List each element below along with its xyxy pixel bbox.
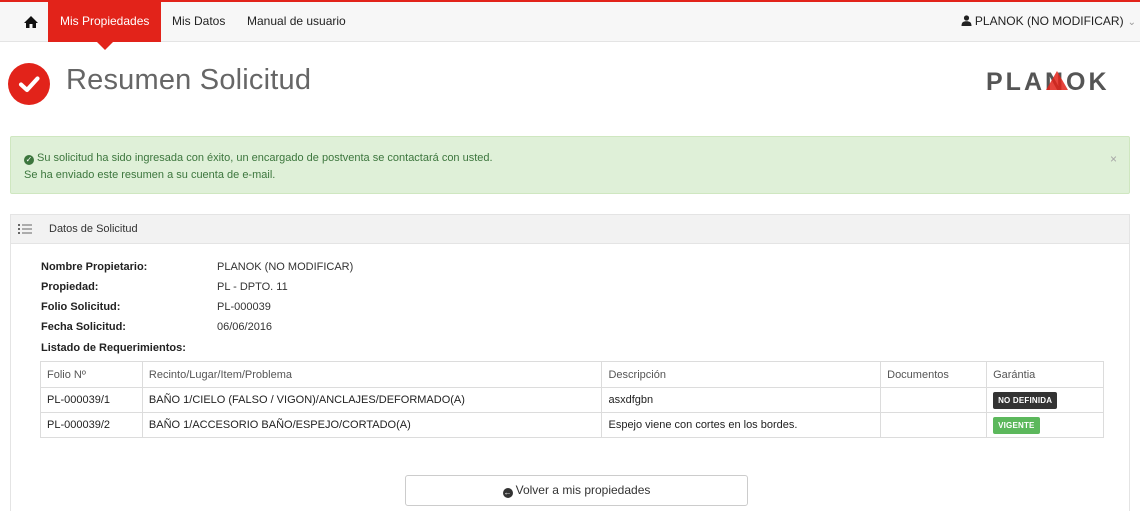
field-label: Listado de Requerimientos:	[41, 342, 186, 354]
col-documentos: Documentos	[880, 361, 988, 388]
requirements-table: Folio Nº Recinto/Lugar/Item/Problema Des…	[40, 361, 1104, 438]
ok-circle-icon: ✓	[24, 155, 34, 165]
panel-header: Datos de Solicitud	[11, 214, 1129, 244]
cell-descripcion: Espejo viene con cortes en los bordes.	[601, 412, 882, 438]
close-icon[interactable]: ×	[1110, 152, 1117, 166]
col-garantia: Garántia	[986, 361, 1104, 388]
field-value: PLANOK (NO MODIFICAR)	[217, 261, 354, 273]
field-value: 06/06/2016	[217, 321, 273, 333]
cell-recinto: BAÑO 1/CIELO (FALSO / VIGON)/ANCLAJES/DE…	[141, 387, 603, 413]
user-menu[interactable]: PLANOK (NO MODIFICAR) ⌄	[961, 2, 1136, 42]
home-icon[interactable]	[22, 13, 40, 31]
cell-descripcion: asxdfgbn	[601, 387, 882, 413]
back-button-label: Volver a mis propiedades	[515, 483, 651, 497]
svg-text:PLANOK: PLANOK	[986, 68, 1110, 96]
nav-mis-datos[interactable]: Mis Datos	[172, 2, 225, 42]
alert-email-note: Se ha enviado este resumen a su cuenta d…	[24, 169, 276, 181]
user-name: PLANOK (NO MODIFICAR)	[974, 14, 1124, 28]
page-title: Resumen Solicitud	[66, 64, 312, 96]
status-badge: NO DEFINIDA	[993, 391, 1058, 409]
arrow-left-circle-icon: ←	[502, 488, 513, 498]
nav-mis-propiedades[interactable]: Mis Propiedades	[48, 2, 162, 50]
check-circle-icon	[8, 63, 50, 105]
cell-documentos	[880, 387, 988, 413]
nav-manual-usuario[interactable]: Manual de usuario	[247, 2, 346, 42]
table-row: PL-000039/2 BAÑO 1/ACCESORIO BAÑO/ESPEJO…	[40, 412, 1104, 438]
col-recinto: Recinto/Lugar/Item/Problema	[141, 361, 603, 388]
cell-garantia: NO DEFINIDA	[986, 387, 1104, 413]
back-to-properties-button[interactable]: ← Volver a mis propiedades	[405, 475, 748, 506]
panel-title: Datos de Solicitud	[49, 223, 138, 235]
list-icon	[18, 224, 32, 234]
alert-message: Su solicitud ha sido ingresada con éxito…	[37, 152, 493, 164]
cell-recinto: BAÑO 1/ACCESORIO BAÑO/ESPEJO/CORTADO(A)	[141, 412, 603, 438]
col-folio: Folio Nº	[40, 361, 143, 388]
table-header-row: Folio Nº Recinto/Lugar/Item/Problema Des…	[40, 361, 1104, 388]
field-label: Nombre Propietario:	[41, 261, 148, 273]
field-label: Fecha Solicitud:	[41, 321, 126, 333]
top-navbar: Mis Propiedades Mis Datos Manual de usua…	[0, 0, 1140, 50]
field-value: PL-000039	[217, 301, 271, 313]
field-label: Folio Solicitud:	[41, 301, 121, 313]
planok-logo: PLANOK	[986, 68, 1110, 96]
chevron-down-icon: ⌄	[1127, 17, 1136, 28]
cell-documentos	[880, 412, 988, 438]
field-value: PL - DPTO. 11	[217, 281, 288, 293]
cell-folio: PL-000039/1	[40, 387, 143, 413]
cell-garantia: VIGENTE	[986, 412, 1104, 438]
field-label: Propiedad:	[41, 281, 99, 293]
user-icon	[961, 15, 972, 26]
col-descripcion: Descripción	[601, 361, 882, 388]
status-badge: VIGENTE	[993, 416, 1040, 434]
table-row: PL-000039/1 BAÑO 1/CIELO (FALSO / VIGON)…	[40, 387, 1104, 413]
success-alert: ✓ Su solicitud ha sido ingresada con éxit…	[10, 136, 1130, 194]
cell-folio: PL-000039/2	[40, 412, 143, 438]
